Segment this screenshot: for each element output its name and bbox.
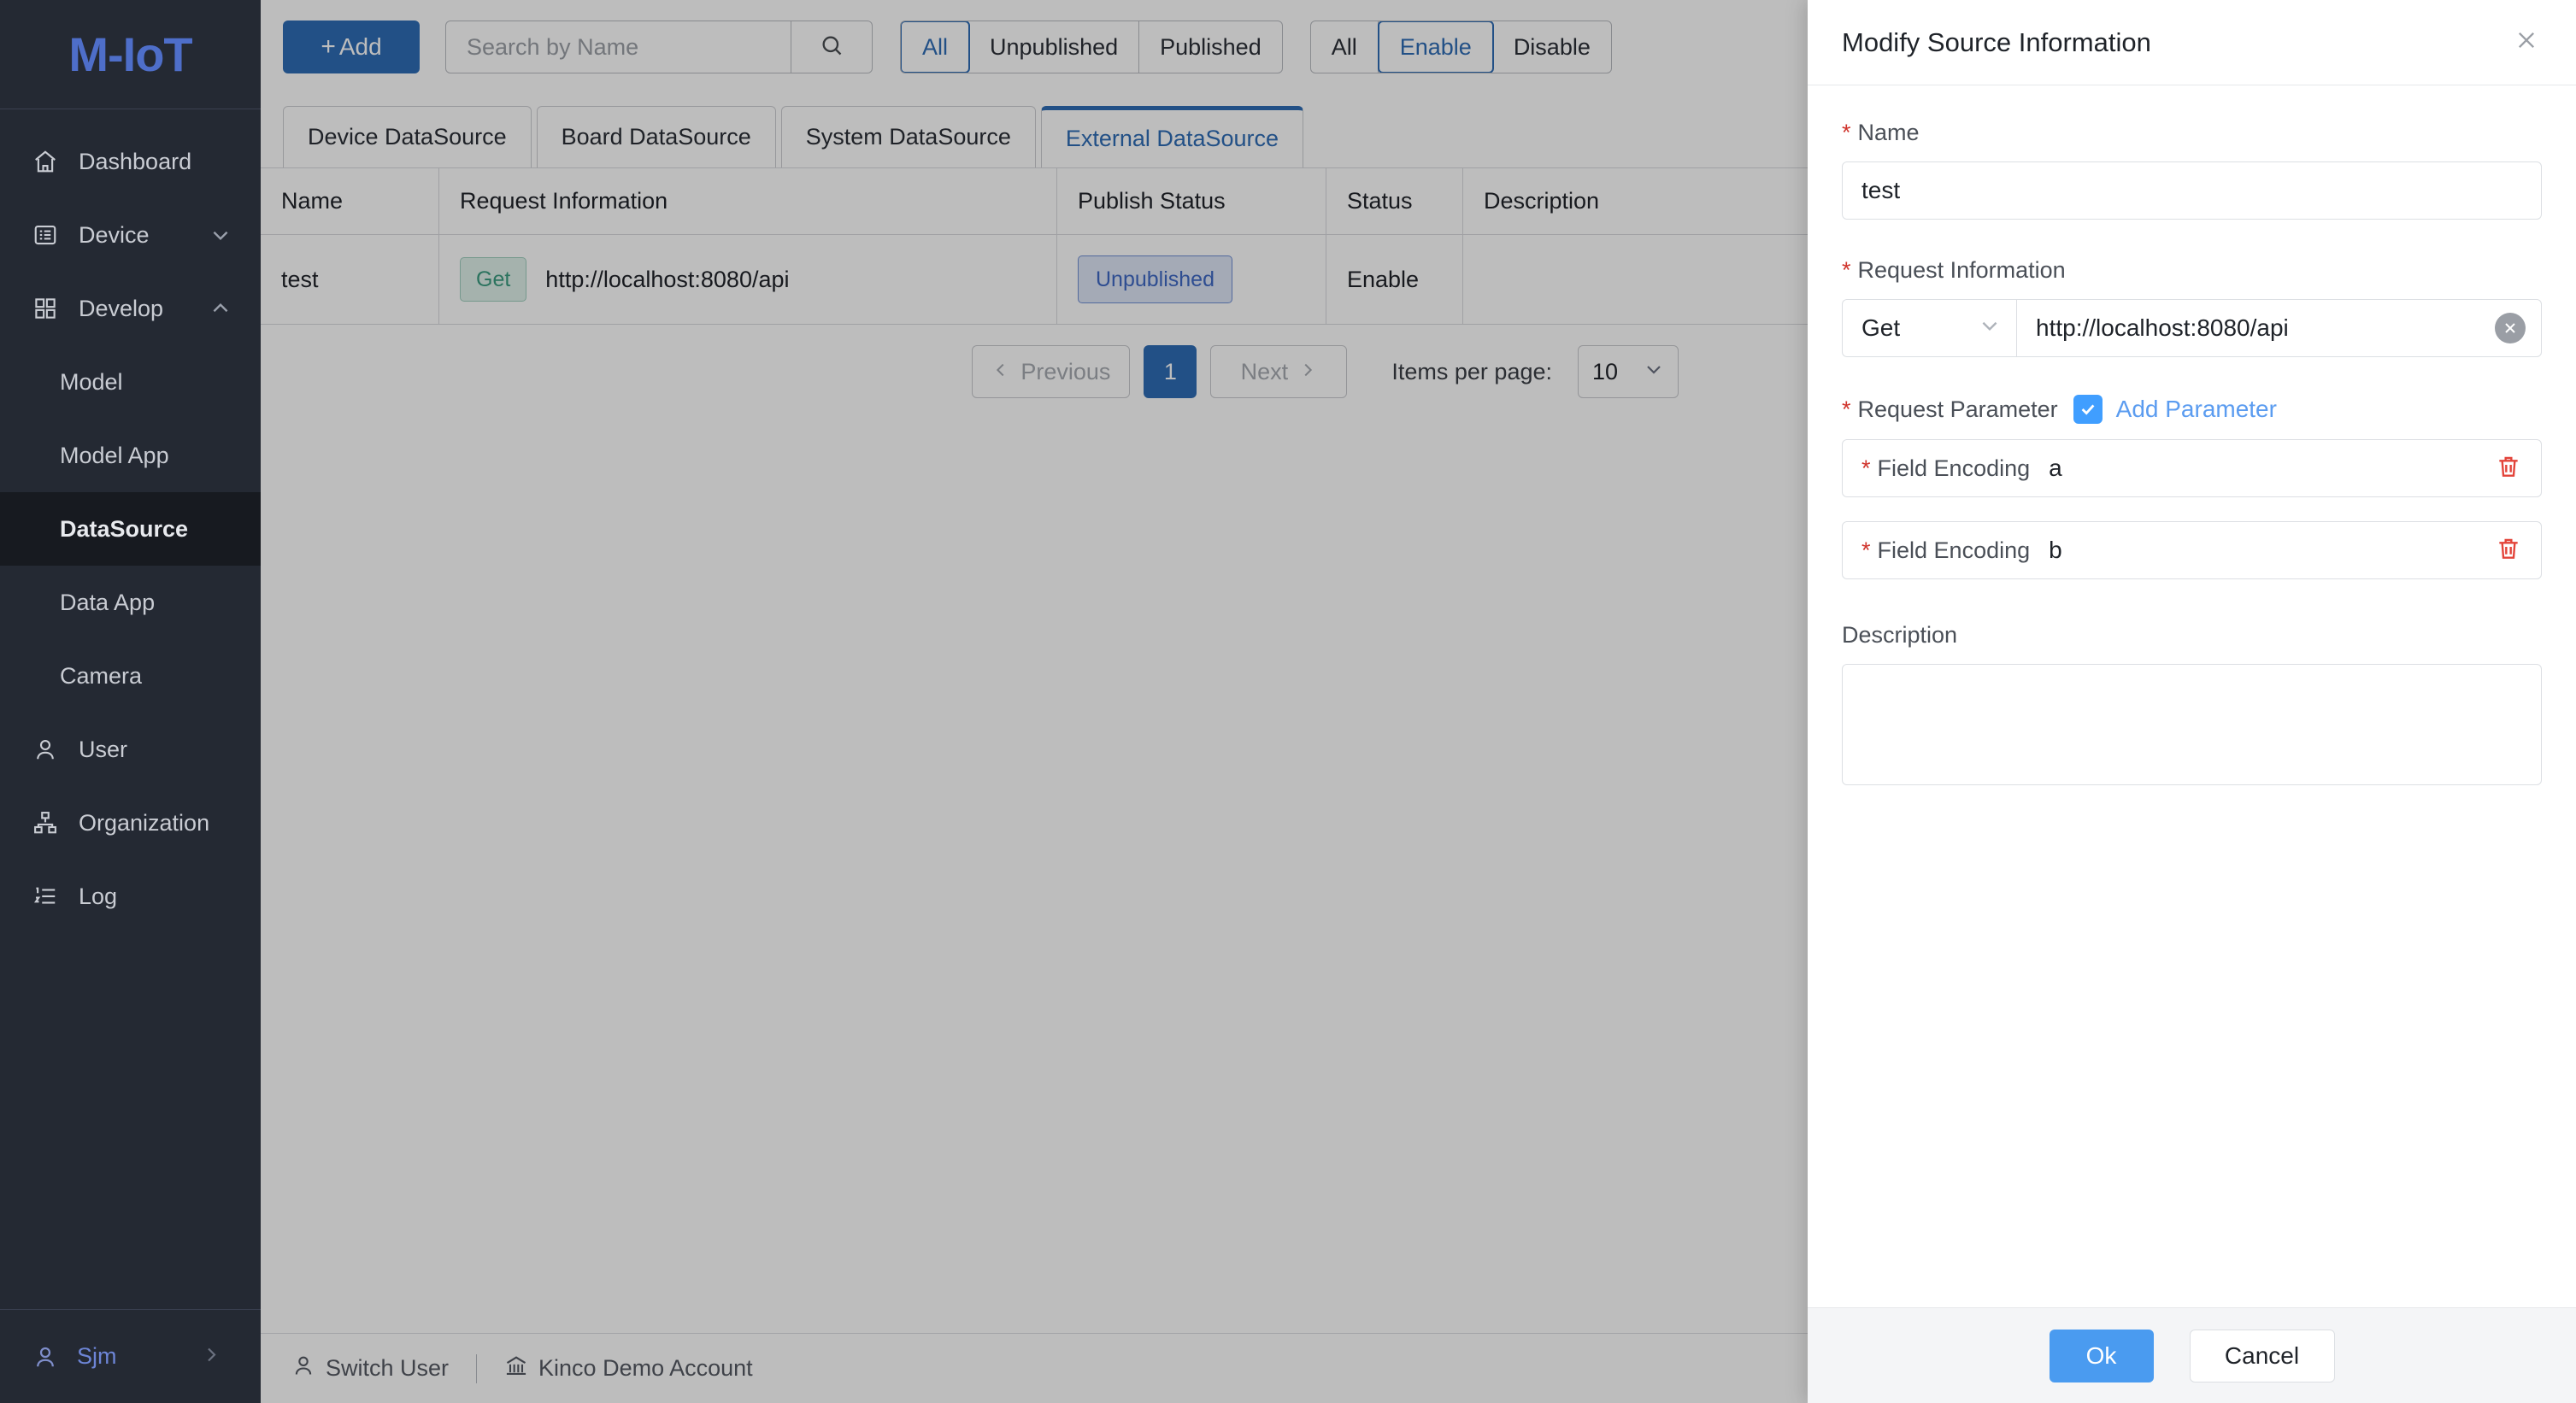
user-icon bbox=[31, 735, 60, 764]
clear-icon[interactable] bbox=[2495, 313, 2526, 343]
chevron-down-icon bbox=[1979, 314, 2001, 343]
sidebar-item-label: Camera bbox=[60, 662, 143, 689]
chevron-up-icon[interactable] bbox=[209, 297, 232, 320]
drawer-header: Modify Source Information bbox=[1808, 0, 2576, 85]
request-parameter-label: Request Parameter bbox=[1857, 396, 2058, 422]
sidebar-item-label: Develop bbox=[79, 295, 164, 321]
name-field-label: * Name bbox=[1842, 120, 2542, 146]
sidebar-item-label: DataSource bbox=[60, 515, 189, 542]
sidebar-item-model-app[interactable]: Model App bbox=[0, 419, 261, 492]
request-information-row: Get bbox=[1842, 299, 2542, 357]
parameter-row[interactable]: * Field Encoding a bbox=[1842, 439, 2542, 497]
sidebar-item-user[interactable]: User bbox=[0, 713, 261, 786]
org-tree-icon bbox=[31, 808, 60, 837]
sidebar-item-label: Model App bbox=[60, 442, 169, 468]
sidebar-user-footer[interactable]: Sjm bbox=[0, 1309, 261, 1403]
parameter-label: Field Encoding bbox=[1877, 537, 2031, 563]
sidebar-item-label: Dashboard bbox=[79, 148, 192, 174]
sidebar: M-IoT Dashboard Device Develop Model Mod… bbox=[0, 0, 261, 1403]
sidebar-nav: Dashboard Device Develop Model Model App… bbox=[0, 109, 261, 1309]
drawer-body: * Name * Request Information Get bbox=[1808, 85, 2576, 1307]
delete-icon[interactable] bbox=[2495, 535, 2522, 566]
sidebar-item-label: Model bbox=[60, 368, 123, 395]
required-asterisk: * bbox=[1842, 120, 1851, 145]
list-ordered-icon bbox=[31, 882, 60, 911]
drawer-footer: Ok Cancel bbox=[1808, 1307, 2576, 1403]
required-asterisk: * bbox=[1842, 396, 1851, 422]
required-asterisk: * bbox=[1842, 257, 1851, 283]
sidebar-item-datasource[interactable]: DataSource bbox=[0, 492, 261, 566]
sidebar-username: Sjm bbox=[77, 1343, 117, 1369]
parameter-value: a bbox=[2049, 455, 2062, 481]
grid-icon bbox=[31, 294, 60, 323]
app-root: M-IoT Dashboard Device Develop Model Mod… bbox=[0, 0, 2576, 1403]
sidebar-item-data-app[interactable]: Data App bbox=[0, 566, 261, 639]
request-information-label: * Request Information bbox=[1842, 257, 2542, 284]
modify-source-information-drawer: Modify Source Information * Name * Reque… bbox=[1808, 0, 2576, 1403]
close-icon[interactable] bbox=[2509, 23, 2544, 62]
description-label-text: Description bbox=[1842, 622, 1958, 648]
chevron-down-icon[interactable] bbox=[209, 224, 232, 246]
parameter-label: Field Encoding bbox=[1877, 455, 2031, 481]
brand-name: M-IoT bbox=[68, 27, 192, 81]
url-input[interactable] bbox=[2036, 314, 2495, 342]
name-label-text: Name bbox=[1857, 120, 1920, 145]
method-select-value: Get bbox=[1861, 314, 1901, 341]
description-textarea[interactable] bbox=[1842, 664, 2542, 785]
description-label: Description bbox=[1842, 622, 2542, 649]
modal-backdrop[interactable] bbox=[261, 0, 1808, 1403]
sidebar-item-organization[interactable]: Organization bbox=[0, 786, 261, 860]
sidebar-item-device[interactable]: Device bbox=[0, 198, 261, 272]
chevron-right-icon[interactable] bbox=[201, 1344, 221, 1369]
request-parameter-header: * Request Parameter Add Parameter bbox=[1842, 395, 2542, 424]
add-parameter-link[interactable]: Add Parameter bbox=[2116, 396, 2277, 423]
delete-icon[interactable] bbox=[2495, 453, 2522, 484]
name-input[interactable] bbox=[1842, 161, 2542, 220]
avatar bbox=[31, 1342, 60, 1371]
device-list-icon bbox=[31, 220, 60, 249]
sidebar-item-dashboard[interactable]: Dashboard bbox=[0, 125, 261, 198]
sidebar-item-log[interactable]: Log bbox=[0, 860, 261, 933]
request-information-label-text: Request Information bbox=[1857, 257, 2066, 283]
home-icon bbox=[31, 147, 60, 176]
sidebar-item-camera[interactable]: Camera bbox=[0, 639, 261, 713]
add-parameter-checkbox[interactable] bbox=[2073, 395, 2103, 424]
parameter-row[interactable]: * Field Encoding b bbox=[1842, 521, 2542, 579]
required-asterisk: * bbox=[1861, 537, 1871, 563]
cancel-button[interactable]: Cancel bbox=[2189, 1329, 2335, 1382]
parameter-value: b bbox=[2049, 537, 2062, 563]
sidebar-item-model[interactable]: Model bbox=[0, 345, 261, 419]
ok-button[interactable]: Ok bbox=[2049, 1329, 2154, 1382]
url-field bbox=[2016, 299, 2542, 357]
required-asterisk: * bbox=[1861, 455, 1871, 481]
sidebar-item-label: User bbox=[79, 736, 128, 762]
sidebar-item-label: Log bbox=[79, 883, 118, 909]
sidebar-item-label: Organization bbox=[79, 809, 210, 836]
method-select[interactable]: Get bbox=[1842, 299, 2016, 357]
brand-logo: M-IoT bbox=[0, 0, 261, 109]
sidebar-item-develop[interactable]: Develop bbox=[0, 272, 261, 345]
sidebar-item-label: Data App bbox=[60, 589, 156, 615]
drawer-title: Modify Source Information bbox=[1842, 26, 2151, 57]
sidebar-item-label: Device bbox=[79, 221, 150, 248]
